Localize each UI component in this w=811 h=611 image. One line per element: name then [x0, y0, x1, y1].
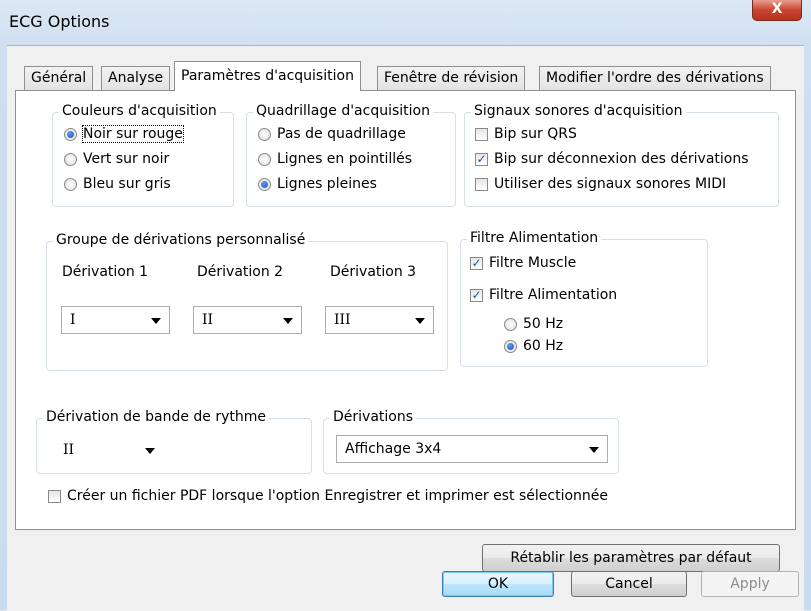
- radio-label: Pas de quadrillage: [277, 126, 406, 142]
- tab-label: Fenêtre de révision: [384, 70, 519, 86]
- tab-label: Analyse: [108, 70, 164, 86]
- lead-2-label: Dérivation 2: [197, 264, 284, 280]
- chevron-down-icon: [151, 318, 161, 324]
- lead-2-select[interactable]: II: [193, 306, 302, 334]
- radio-button[interactable]: [258, 127, 271, 141]
- checkbox[interactable]: ✓: [470, 256, 483, 270]
- checkbox[interactable]: ✓: [470, 288, 483, 302]
- group-legend: Signaux sonores d'acquisition: [471, 103, 686, 119]
- acquisition-grid-group: Quadrillage d'acquisition Pas de quadril…: [246, 103, 456, 207]
- checkbox-label: Bip sur QRS: [494, 126, 577, 142]
- tab-label: Modifier l'ordre des dérivations: [546, 70, 764, 86]
- button-label: Apply: [730, 576, 770, 592]
- radio-button[interactable]: [504, 317, 517, 331]
- radio-button[interactable]: [258, 177, 271, 191]
- checkbox-label: Créer un fichier PDF lorsque l'option En…: [67, 488, 609, 504]
- button-label: Rétablir les paramètres par défaut: [510, 550, 752, 566]
- radio-no-grid[interactable]: Pas de quadrillage: [258, 124, 406, 144]
- selected-value: Affichage 3x4: [345, 441, 442, 457]
- radio-50hz[interactable]: 50 Hz: [504, 314, 563, 334]
- chevron-down-icon: [589, 447, 599, 453]
- radio-label: Vert sur noir: [83, 151, 170, 167]
- acquisition-settings-panel: Couleurs d'acquisition Noir sur rouge Ve…: [15, 90, 796, 572]
- radio-solid-lines[interactable]: Lignes pleines: [258, 174, 377, 194]
- custom-leads-group: Groupe de dérivations personnalisé Dériv…: [46, 232, 448, 371]
- checkbox-power-filter[interactable]: ✓ Filtre Alimentation: [470, 285, 617, 305]
- window-title: ECG Options: [9, 12, 110, 31]
- close-icon: X: [771, 1, 783, 17]
- radio-black-on-red[interactable]: Noir sur rouge: [64, 124, 184, 144]
- radio-label: Lignes pleines: [277, 176, 377, 192]
- group-legend: Groupe de dérivations personnalisé: [53, 232, 309, 248]
- radio-button[interactable]: [258, 152, 271, 166]
- checkbox-label: Utiliser des signaux sonores MIDI: [494, 176, 727, 192]
- title-bar[interactable]: ECG Options X: [0, 0, 811, 45]
- tab-analyse[interactable]: Analyse: [101, 66, 171, 90]
- selected-value: III: [334, 312, 351, 328]
- button-label: Cancel: [605, 576, 653, 592]
- lead-1-select[interactable]: I: [61, 306, 170, 334]
- chevron-down-icon: [283, 318, 293, 324]
- radio-label: Bleu sur gris: [83, 176, 171, 192]
- radio-green-on-black[interactable]: Vert sur noir: [64, 149, 169, 169]
- radio-button[interactable]: [64, 152, 77, 166]
- chevron-down-icon: [145, 448, 155, 454]
- rhythm-lead-select[interactable]: II: [55, 437, 163, 465]
- tab-label: Général: [31, 70, 87, 86]
- radio-label: 60 Hz: [523, 338, 564, 354]
- checkbox[interactable]: [475, 127, 488, 141]
- checkbox[interactable]: [475, 177, 488, 191]
- checkbox-label: Filtre Muscle: [489, 255, 577, 271]
- group-legend: Filtre Alimentation: [467, 230, 602, 246]
- tab-review-window[interactable]: Fenêtre de révision: [377, 66, 526, 90]
- close-button[interactable]: X: [752, 0, 802, 21]
- radio-label: Noir sur rouge: [82, 125, 184, 143]
- radio-button[interactable]: [504, 339, 517, 353]
- cancel-button[interactable]: Cancel: [571, 571, 687, 597]
- checkbox[interactable]: ✓: [475, 152, 488, 166]
- group-legend: Quadrillage d'acquisition: [253, 103, 433, 119]
- button-label: OK: [487, 576, 509, 592]
- selected-value: I: [70, 312, 76, 328]
- radio-dotted-lines[interactable]: Lignes en pointillés: [258, 149, 412, 169]
- apply-button[interactable]: Apply: [701, 571, 799, 597]
- dialog-client-area: Général Analyse Paramètres d'acquisition…: [7, 45, 804, 611]
- tab-lead-order[interactable]: Modifier l'ordre des dérivations: [539, 66, 771, 90]
- checkbox-create-pdf[interactable]: Créer un fichier PDF lorsque l'option En…: [48, 486, 608, 506]
- lead-3-select[interactable]: III: [325, 306, 434, 334]
- leads-display-select[interactable]: Affichage 3x4: [336, 435, 608, 463]
- tab-label: Paramètres d'acquisition: [181, 68, 354, 84]
- tab-general[interactable]: Général: [24, 66, 94, 90]
- checkbox-muscle-filter[interactable]: ✓ Filtre Muscle: [470, 253, 576, 273]
- tab-acquisition-settings[interactable]: Paramètres d'acquisition: [174, 61, 361, 91]
- group-legend: Dérivations: [330, 409, 417, 425]
- radio-button[interactable]: [64, 127, 77, 141]
- radio-label: 50 Hz: [523, 316, 564, 332]
- radio-blue-on-gray[interactable]: Bleu sur gris: [64, 174, 171, 194]
- power-filter-group: Filtre Alimentation ✓ Filtre Muscle ✓ Filt…: [460, 230, 708, 367]
- acquisition-colors-group: Couleurs d'acquisition Noir sur rouge Ve…: [52, 103, 234, 207]
- ok-button[interactable]: OK: [442, 571, 554, 597]
- radio-button[interactable]: [64, 177, 77, 191]
- checkbox[interactable]: [48, 489, 61, 503]
- checkbox-beep-on-disconnect[interactable]: ✓ Bip sur déconnexion des dérivations: [475, 149, 749, 169]
- chevron-down-icon: [415, 318, 425, 324]
- selected-value: II: [63, 442, 75, 458]
- reset-defaults-button[interactable]: Rétablir les paramètres par défaut: [482, 544, 780, 572]
- checkbox-beep-on-qrs[interactable]: Bip sur QRS: [475, 124, 577, 144]
- lead-3-label: Dérivation 3: [330, 264, 417, 280]
- acquisition-sounds-group: Signaux sonores d'acquisition Bip sur QR…: [464, 103, 779, 207]
- rhythm-strip-lead-group: Dérivation de bande de rythme II: [36, 409, 312, 474]
- lead-1-label: Dérivation 1: [62, 264, 149, 280]
- checkbox-midi-sounds[interactable]: Utiliser des signaux sonores MIDI: [475, 174, 726, 194]
- group-legend: Dérivation de bande de rythme: [43, 409, 270, 425]
- radio-label: Lignes en pointillés: [277, 151, 413, 167]
- selected-value: II: [202, 312, 214, 328]
- checkbox-label: Bip sur déconnexion des dérivations: [494, 151, 749, 167]
- group-legend: Couleurs d'acquisition: [59, 103, 220, 119]
- checkbox-label: Filtre Alimentation: [489, 287, 618, 303]
- radio-60hz[interactable]: 60 Hz: [504, 336, 563, 356]
- leads-display-group: Dérivations Affichage 3x4: [323, 409, 619, 474]
- ecg-options-dialog: ECG Options X Général Analyse Paramètres…: [0, 0, 811, 611]
